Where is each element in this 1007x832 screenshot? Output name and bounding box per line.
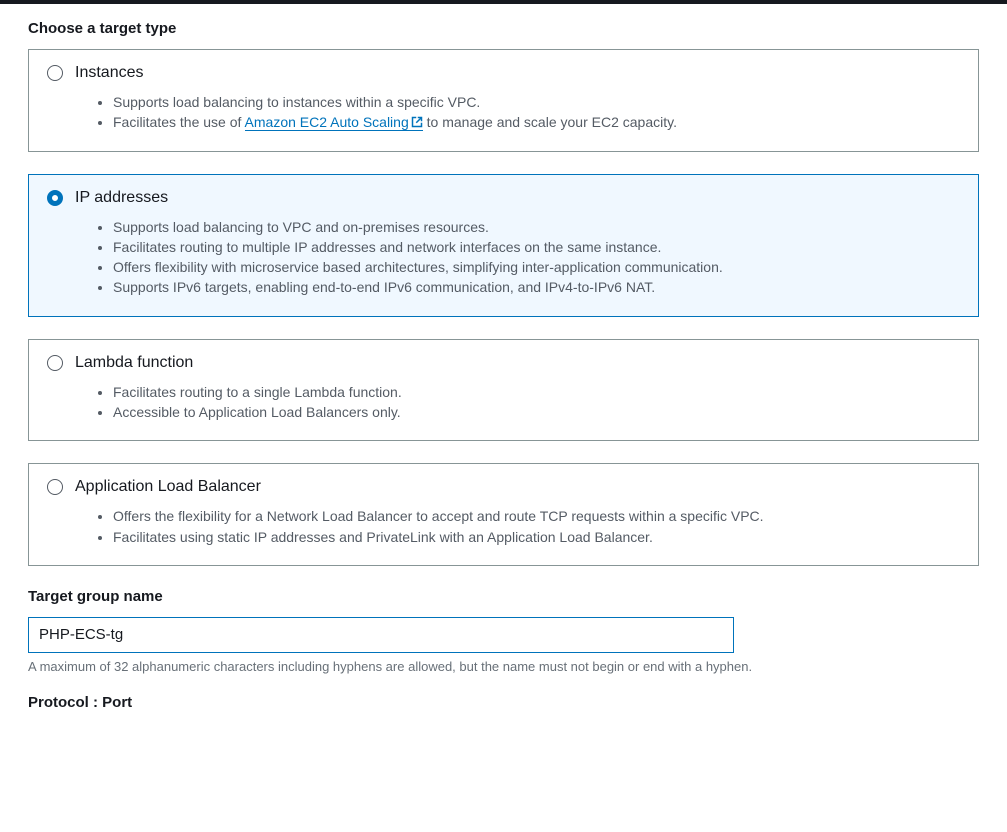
radio-icon[interactable] bbox=[47, 479, 63, 495]
option-title: Lambda function bbox=[75, 354, 193, 372]
radio-icon[interactable] bbox=[47, 355, 63, 371]
bullet: Facilitates the use of Amazon EC2 Auto S… bbox=[113, 112, 960, 132]
section-heading: Choose a target type bbox=[28, 20, 979, 37]
bullet: Facilitates using static IP addresses an… bbox=[113, 527, 960, 547]
ec2-autoscaling-link[interactable]: Amazon EC2 Auto Scaling bbox=[245, 114, 423, 131]
protocol-port-label: Protocol : Port bbox=[28, 694, 979, 711]
option-title: Instances bbox=[75, 64, 143, 82]
option-title: Application Load Balancer bbox=[75, 478, 261, 496]
bullet: Supports IPv6 targets, enabling end-to-e… bbox=[113, 277, 960, 297]
bullet: Accessible to Application Load Balancers… bbox=[113, 402, 960, 422]
option-description: Supports load balancing to VPC and on-pr… bbox=[47, 217, 960, 298]
bullet: Offers flexibility with microservice bas… bbox=[113, 257, 960, 277]
option-title: IP addresses bbox=[75, 189, 168, 207]
bullet: Supports load balancing to instances wit… bbox=[113, 92, 960, 112]
radio-icon[interactable] bbox=[47, 190, 63, 206]
target-group-name-input[interactable] bbox=[28, 617, 734, 653]
target-type-option-ip-addresses[interactable]: IP addresses Supports load balancing to … bbox=[28, 174, 979, 317]
target-group-name-hint: A maximum of 32 alphanumeric characters … bbox=[28, 659, 979, 674]
external-link-icon bbox=[411, 116, 423, 128]
bullet: Facilitates routing to a single Lambda f… bbox=[113, 382, 960, 402]
option-description: Facilitates routing to a single Lambda f… bbox=[47, 382, 960, 423]
option-description: Supports load balancing to instances wit… bbox=[47, 92, 960, 133]
radio-icon[interactable] bbox=[47, 65, 63, 81]
target-type-option-lambda[interactable]: Lambda function Facilitates routing to a… bbox=[28, 339, 979, 442]
target-type-option-instances[interactable]: Instances Supports load balancing to ins… bbox=[28, 49, 979, 152]
target-group-name-label: Target group name bbox=[28, 588, 979, 605]
bullet: Facilitates routing to multiple IP addre… bbox=[113, 237, 960, 257]
option-description: Offers the flexibility for a Network Loa… bbox=[47, 506, 960, 547]
bullet: Offers the flexibility for a Network Loa… bbox=[113, 506, 960, 526]
target-type-option-alb[interactable]: Application Load Balancer Offers the fle… bbox=[28, 463, 979, 566]
bullet: Supports load balancing to VPC and on-pr… bbox=[113, 217, 960, 237]
